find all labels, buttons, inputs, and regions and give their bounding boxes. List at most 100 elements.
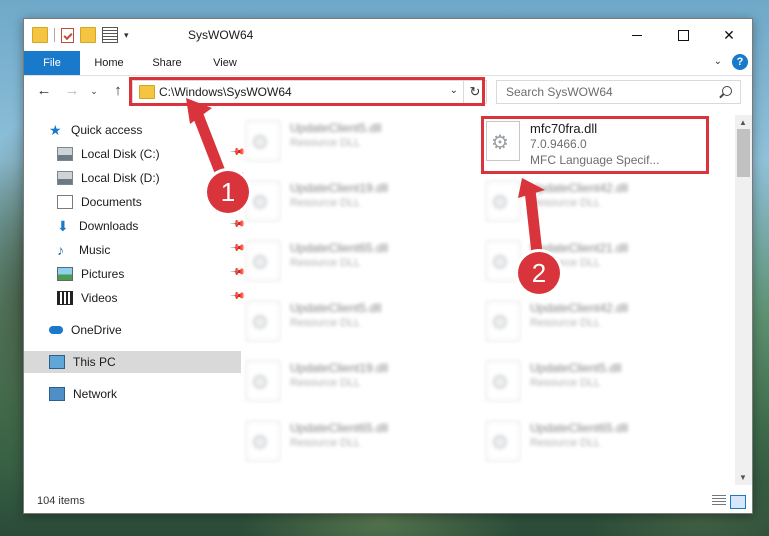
search-input[interactable]: Search SysWOW64 [496,80,741,104]
customize-toolbar-dropdown-icon[interactable]: ▾ [124,30,129,41]
recent-locations-icon[interactable]: ⌄ [88,81,100,101]
step-2-badge: 2 [518,252,560,294]
file-name: UpdateClient19.dll [290,361,389,375]
dll-file-icon [486,241,520,281]
file-name: UpdateClient42.dll [530,181,629,195]
navigation-pane: ★ Quick access Local Disk (C:) 📌 Local D… [24,115,245,485]
forward-button[interactable]: → [62,81,82,101]
list-item[interactable]: UpdateClient65.dll Resource DLL [486,419,714,463]
toolbar-separator [54,28,55,42]
sidebar-item-local-disk-c[interactable]: Local Disk (C:) 📌 [24,143,249,165]
quick-access-toolbar: ▾ [32,27,129,43]
list-item[interactable]: UpdateClient42.dll Resource DLL [486,179,714,223]
file-type: Resource DLL [290,257,361,269]
dll-file-icon [246,241,280,281]
details-view-icon[interactable] [712,495,726,507]
step-1-badge: 1 [207,171,249,213]
sidebar-item-onedrive[interactable]: OneDrive [24,319,241,341]
large-icons-view-icon[interactable] [730,495,746,509]
file-name: UpdateClient65.dll [290,241,389,255]
cloud-icon [49,326,63,334]
scroll-up-icon[interactable]: ▲ [739,118,747,127]
scroll-thumb[interactable] [737,129,750,177]
list-item[interactable]: UpdateClient19.dll Resource DLL [246,359,474,403]
file-type: Resource DLL [290,317,361,329]
sidebar-item-this-pc[interactable]: This PC [24,351,241,373]
dll-file-icon [486,421,520,461]
back-button[interactable]: ← [34,81,54,101]
minimize-button[interactable] [614,19,660,51]
sidebar-item-videos[interactable]: Videos 📌 [24,287,249,309]
vertical-scrollbar[interactable]: ▲ ▼ [735,115,752,485]
window-title: SysWOW64 [188,28,254,42]
minimize-icon [632,34,642,36]
star-icon: ★ [49,122,62,138]
expand-ribbon-icon[interactable]: ⌄ [714,56,722,67]
file-highlight-box [481,116,709,174]
sidebar-item-label: This PC [73,355,116,369]
pictures-icon [57,267,73,281]
search-icon[interactable] [722,86,732,96]
tab-view[interactable]: View [200,51,250,75]
list-item[interactable]: UpdateClient65.dll Resource DLL [246,239,474,283]
help-icon[interactable]: ? [732,54,748,70]
sidebar-item-label: Downloads [79,219,139,233]
item-count: 104 items [37,495,85,507]
computer-icon [49,355,65,369]
sidebar-item-quick-access[interactable]: ★ Quick access [24,119,241,141]
file-name: UpdateClient5.dll [290,121,382,135]
file-type: Resource DLL [290,437,361,449]
videos-icon [57,291,73,305]
file-name: UpdateClient65.dll [290,421,389,435]
documents-icon [57,195,73,209]
dll-file-icon [246,181,280,221]
list-item[interactable]: UpdateClient5.dll Resource DLL [246,299,474,343]
file-type: Resource DLL [290,137,361,149]
network-icon [49,387,65,401]
dll-file-icon [246,361,280,401]
tab-file[interactable]: File [24,51,80,75]
maximize-button[interactable] [660,19,706,51]
file-type: Resource DLL [530,317,601,329]
file-name: UpdateClient42.dll [530,301,629,315]
sidebar-item-pictures[interactable]: Pictures 📌 [24,263,249,285]
ribbon: File Home Share View ⌄ ? [24,51,752,76]
sidebar-item-music[interactable]: ♪ Music 📌 [24,239,249,261]
new-folder-icon[interactable] [80,27,96,43]
list-item[interactable]: UpdateClient5.dll Resource DLL [246,119,474,163]
list-item[interactable]: UpdateClient42.dll Resource DLL [486,299,714,343]
maximize-icon [677,29,689,41]
tab-home[interactable]: Home [84,51,134,75]
sidebar-item-label: Pictures [81,267,125,281]
sidebar-item-downloads[interactable]: ⬇ Downloads 📌 [24,215,249,237]
view-options-icon[interactable] [102,27,118,43]
sidebar-item-network[interactable]: Network [24,383,241,405]
file-name: UpdateClient5.dll [290,301,382,315]
close-button[interactable]: ✕ [706,19,752,51]
file-type: Resource DLL [290,197,361,209]
list-item[interactable]: UpdateClient5.dll Resource DLL [486,359,714,403]
list-item[interactable]: UpdateClient65.dll Resource DLL [246,419,474,463]
file-type: Resource DLL [530,377,601,389]
sidebar-item-label: Quick access [71,123,143,137]
address-highlight-box [129,77,485,106]
file-name: UpdateClient65.dll [530,421,629,435]
list-item[interactable]: UpdateClient19.dll Resource DLL [246,179,474,223]
scroll-down-icon[interactable]: ▼ [739,473,747,482]
up-button[interactable]: ↑ [108,81,128,101]
properties-icon[interactable] [61,27,74,43]
close-icon: ✕ [723,26,735,43]
dll-file-icon [486,181,520,221]
dll-file-icon [246,421,280,461]
file-type: Resource DLL [530,437,601,449]
dll-file-icon [246,121,280,161]
sidebar-item-label: Local Disk (D:) [81,171,160,185]
file-type: Resource DLL [530,197,601,209]
title-bar: ▾ SysWOW64 ✕ [24,19,752,51]
sidebar-item-label: Local Disk (C:) [81,147,160,161]
tab-share[interactable]: Share [142,51,192,75]
file-name: UpdateClient19.dll [290,181,389,195]
sidebar-item-label: Network [73,387,118,401]
sidebar-item-label: Documents [81,195,142,209]
music-icon: ♪ [57,242,64,258]
